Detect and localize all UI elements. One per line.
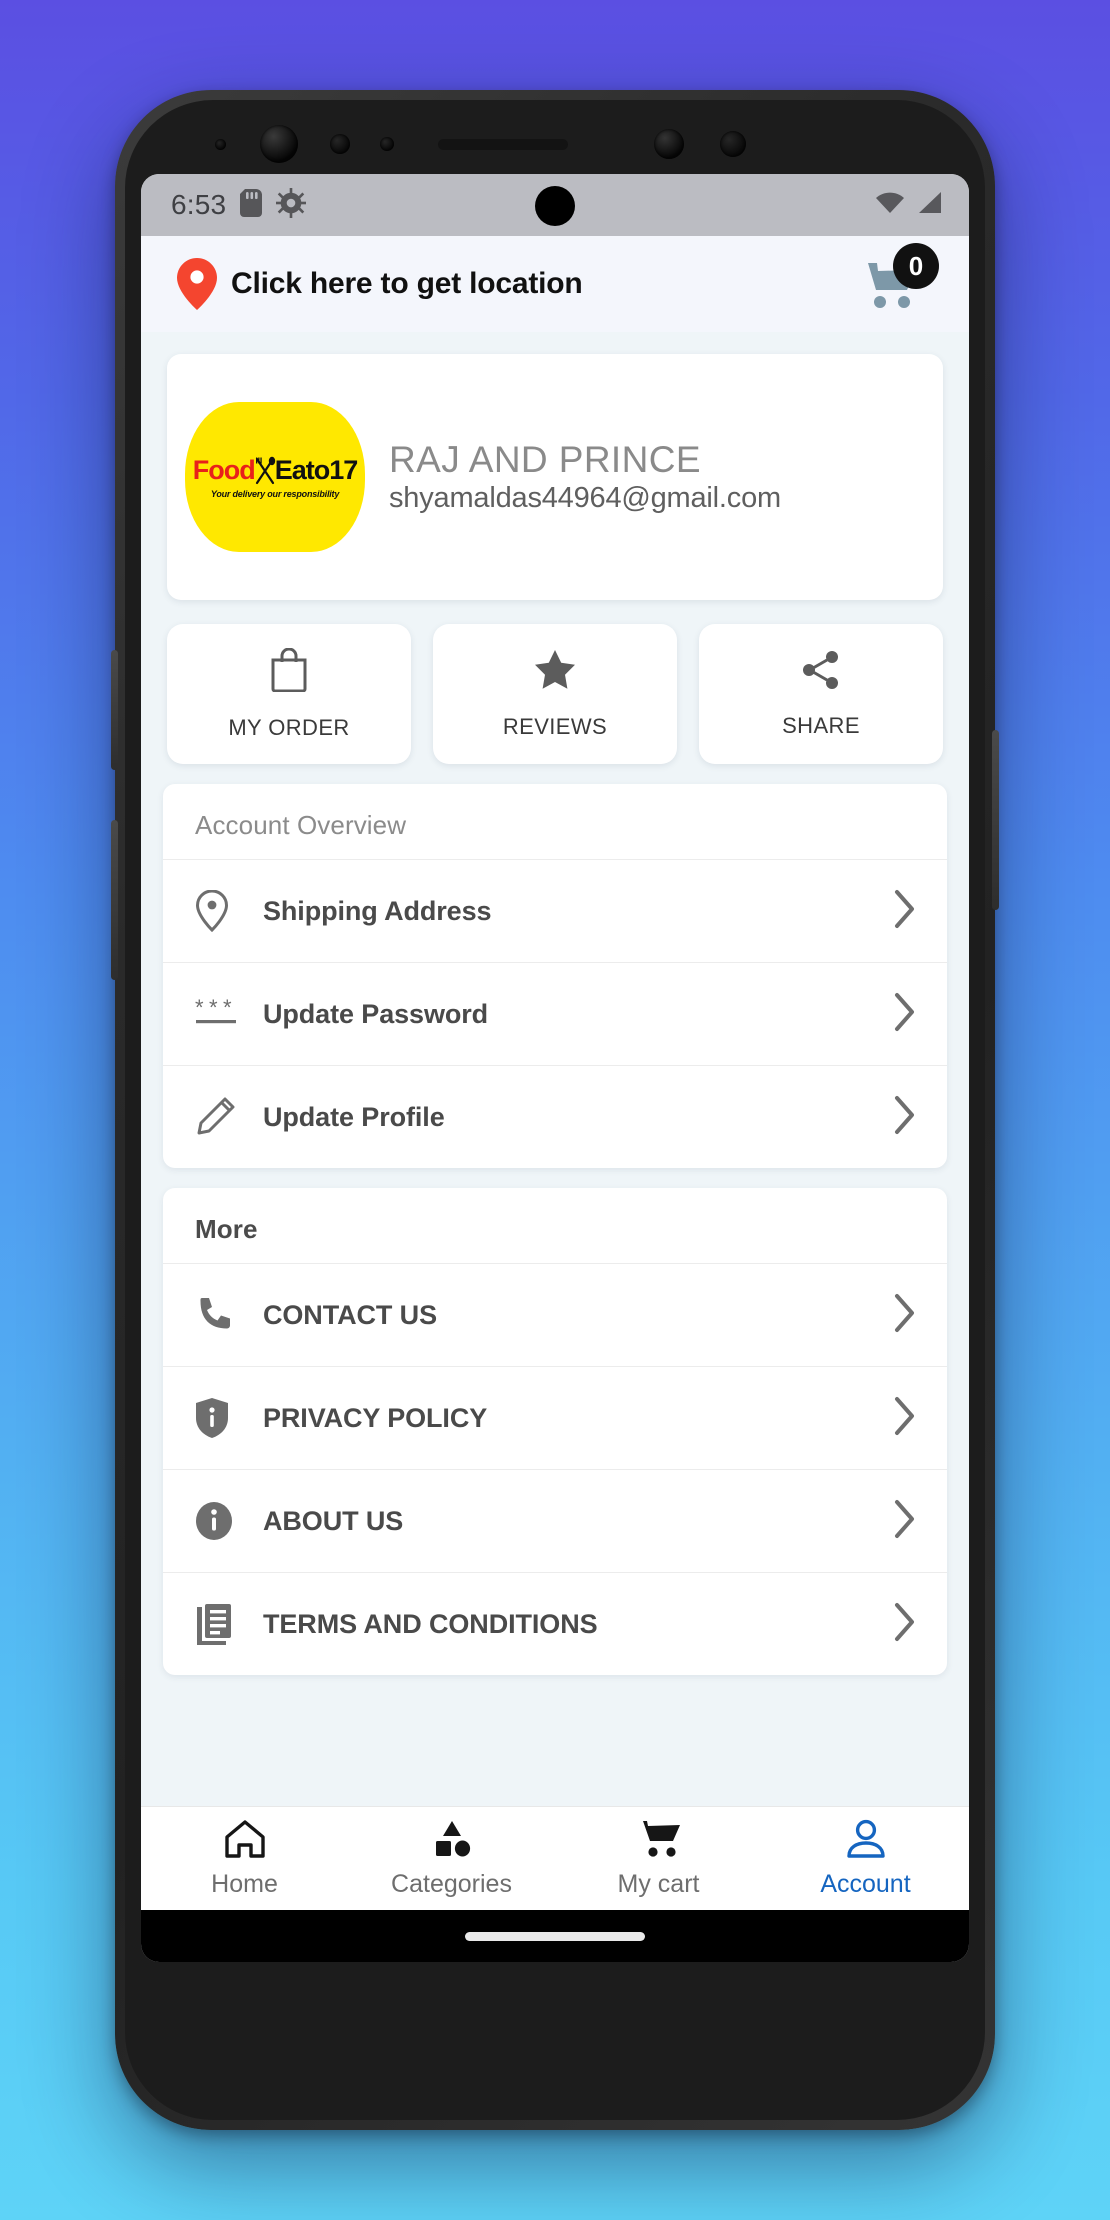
row-update-password[interactable]: * * * Update Password bbox=[163, 962, 947, 1065]
reviews-label: REVIEWS bbox=[502, 713, 608, 739]
update-password-label: Update Password bbox=[263, 998, 489, 1029]
punch-hole-camera bbox=[535, 186, 575, 226]
phone-icon bbox=[195, 1296, 263, 1334]
reviews-button[interactable]: REVIEWS bbox=[433, 624, 677, 764]
my-order-button[interactable]: MY ORDER bbox=[167, 624, 411, 764]
chevron-right-icon bbox=[893, 1602, 917, 1647]
status-bar-right bbox=[875, 191, 943, 220]
terms-and-conditions-label: TERMS AND CONDITIONS bbox=[263, 1608, 598, 1639]
nav-home-label: Home bbox=[211, 1869, 278, 1898]
wifi-icon bbox=[875, 191, 905, 220]
proximity-sensor-icon bbox=[330, 134, 350, 154]
shield-info-icon bbox=[195, 1397, 263, 1439]
asterisks-icon: * * * bbox=[195, 997, 263, 1031]
update-profile-label: Update Profile bbox=[263, 1101, 445, 1132]
chevron-right-icon bbox=[893, 1293, 917, 1338]
privacy-policy-label: PRIVACY POLICY bbox=[263, 1402, 488, 1433]
person-icon bbox=[846, 1819, 886, 1864]
phone-screen: 6:53 Click here to get location 0 Food E… bbox=[141, 174, 969, 1962]
power-button[interactable] bbox=[992, 730, 999, 910]
phone-bezel: 6:53 Click here to get location 0 Food E… bbox=[125, 100, 985, 2120]
pencil-icon bbox=[195, 1097, 263, 1137]
chevron-right-icon bbox=[893, 992, 917, 1037]
more-title: More bbox=[195, 1214, 258, 1244]
nav-my-cart-label: My cart bbox=[617, 1869, 700, 1898]
star-icon bbox=[534, 649, 576, 696]
about-us-label: ABOUT US bbox=[263, 1505, 404, 1536]
cart-icon bbox=[635, 1819, 682, 1864]
svg-text:*: * bbox=[223, 997, 232, 1020]
status-bar-left: 6:53 bbox=[171, 187, 307, 223]
sensor-dot-icon bbox=[720, 131, 746, 157]
logo-brand-second: Eato17 bbox=[274, 455, 359, 485]
document-article-icon bbox=[195, 1603, 263, 1645]
sd-card-icon bbox=[240, 188, 263, 222]
row-about-us[interactable]: ABOUT US bbox=[163, 1469, 947, 1572]
nav-account-label: Account bbox=[820, 1869, 911, 1898]
status-bar: 6:53 bbox=[141, 174, 969, 236]
nav-item-my-cart[interactable]: My cart bbox=[555, 1819, 762, 1899]
row-update-profile[interactable]: Update Profile bbox=[163, 1065, 947, 1168]
account-overview-title: Account Overview bbox=[195, 810, 407, 840]
account-overview-section: Account Overview Shipping Address *** bbox=[163, 784, 947, 1168]
logo-brand-first: Food bbox=[192, 455, 256, 485]
categories-shapes-icon bbox=[431, 1819, 473, 1864]
front-camera-icon bbox=[260, 125, 298, 163]
nav-item-home[interactable]: Home bbox=[141, 1819, 348, 1899]
earpiece-speaker bbox=[438, 138, 568, 150]
contact-us-label: CONTACT US bbox=[263, 1299, 437, 1330]
chevron-right-icon bbox=[893, 889, 917, 934]
shipping-address-label: Shipping Address bbox=[263, 895, 492, 926]
quick-actions: MY ORDER REVIEWS SHARE bbox=[141, 600, 969, 764]
nav-item-account[interactable]: Account bbox=[762, 1819, 969, 1899]
sensor-dot-icon bbox=[215, 138, 226, 150]
share-button[interactable]: SHARE bbox=[699, 624, 943, 764]
row-privacy-policy[interactable]: PRIVACY POLICY bbox=[163, 1366, 947, 1469]
volume-up-button[interactable] bbox=[111, 650, 118, 770]
profile-email: shyamaldas44964@gmail.com bbox=[389, 482, 781, 515]
cart-button[interactable]: 0 bbox=[859, 243, 939, 319]
light-sensor-icon bbox=[380, 137, 394, 151]
home-icon bbox=[224, 1819, 266, 1864]
nav-categories-label: Categories bbox=[391, 1869, 512, 1898]
os-navigation-bar bbox=[141, 1910, 969, 1962]
map-pin-outline-icon bbox=[195, 890, 263, 932]
more-section: More CONTACT US PRIVACY POLICY ABOUT US … bbox=[163, 1188, 947, 1675]
chevron-right-icon bbox=[893, 1396, 917, 1441]
location-header[interactable]: Click here to get location 0 bbox=[141, 236, 969, 332]
location-label: Click here to get location bbox=[231, 267, 583, 300]
volume-down-button[interactable] bbox=[111, 820, 118, 980]
chevron-right-icon bbox=[893, 1499, 917, 1544]
phone-device: 6:53 Click here to get location 0 Food E… bbox=[111, 90, 999, 2130]
brand-logo: Food Eato17 Your delivery our responsibi… bbox=[185, 402, 365, 552]
sensor-dot-icon bbox=[654, 129, 684, 159]
row-shipping-address[interactable]: Shipping Address bbox=[163, 859, 947, 962]
top-sensor-array bbox=[141, 114, 969, 174]
chevron-right-icon bbox=[893, 1095, 917, 1140]
share-label: SHARE bbox=[782, 712, 860, 738]
share-icon bbox=[801, 650, 841, 695]
map-pin-icon bbox=[169, 258, 225, 310]
profile-name: RAJ AND PRINCE bbox=[389, 438, 701, 480]
cart-badge: 0 bbox=[893, 243, 939, 289]
fork-spoon-icon bbox=[254, 456, 276, 486]
profile-text: RAJ AND PRINCE shyamaldas44964@gmail.com bbox=[389, 439, 781, 515]
nav-item-categories[interactable]: Categories bbox=[348, 1819, 555, 1899]
my-order-label: MY ORDER bbox=[228, 714, 350, 740]
account-content: Food Eato17 Your delivery our responsibi… bbox=[141, 332, 969, 1806]
row-contact-us[interactable]: CONTACT US bbox=[163, 1263, 947, 1366]
status-bar-time: 6:53 bbox=[171, 189, 227, 220]
logo-wordmark: Food Eato17 bbox=[193, 456, 358, 486]
gear-icon bbox=[276, 187, 307, 223]
row-terms-and-conditions[interactable]: TERMS AND CONDITIONS bbox=[163, 1572, 947, 1675]
info-circle-icon bbox=[195, 1501, 263, 1541]
shopping-bag-icon bbox=[270, 647, 308, 697]
logo-tagline: Your delivery our responsibility bbox=[210, 488, 340, 499]
bottom-navigation: Home Categories My cart Account bbox=[141, 1806, 969, 1910]
profile-card[interactable]: Food Eato17 Your delivery our responsibi… bbox=[167, 354, 943, 600]
svg-text:*: * bbox=[209, 997, 218, 1020]
svg-text:*: * bbox=[195, 997, 204, 1020]
signal-icon bbox=[917, 191, 943, 220]
home-indicator[interactable] bbox=[465, 1931, 645, 1941]
